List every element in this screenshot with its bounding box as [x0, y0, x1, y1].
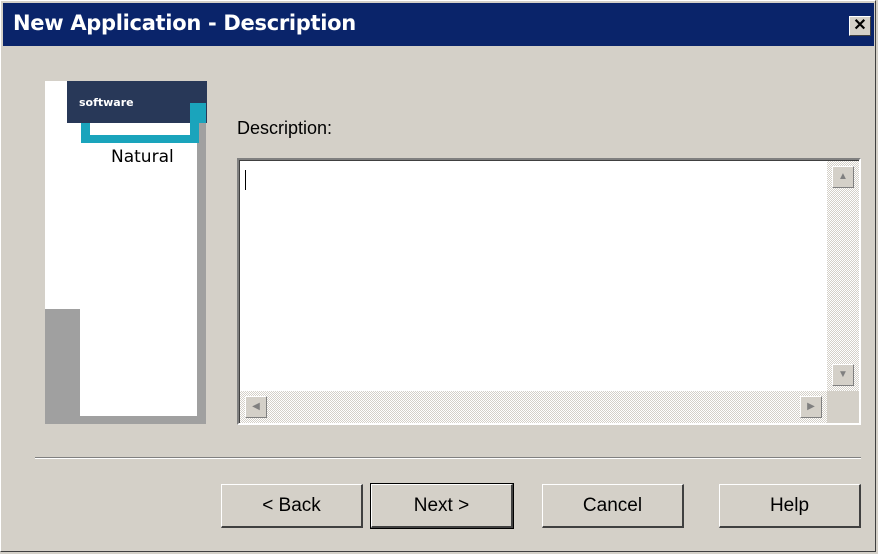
horizontal-scrollbar[interactable]: ◀ ▶: [240, 391, 827, 423]
cancel-button[interactable]: Cancel: [542, 484, 684, 528]
window-title: New Application - Description: [13, 11, 356, 35]
scroll-right-button[interactable]: ▶: [800, 396, 822, 418]
close-icon: ✕: [853, 17, 867, 34]
scroll-down-button[interactable]: ▼: [832, 364, 854, 386]
back-button[interactable]: < Back: [221, 484, 363, 528]
scroll-left-button[interactable]: ◀: [245, 396, 267, 418]
help-button[interactable]: Help: [719, 484, 861, 528]
arrow-down-icon: ▼: [838, 369, 848, 380]
arrow-left-icon: ◀: [252, 401, 260, 412]
banner-bottom-stripe: [45, 416, 206, 424]
close-button[interactable]: ✕: [849, 16, 871, 36]
wizard-banner-image: software Natural: [45, 81, 207, 424]
software-ag-logo: software: [67, 81, 207, 123]
product-name: Natural: [111, 147, 174, 167]
logo-text: software: [79, 96, 134, 109]
arrow-up-icon: ▲: [838, 171, 848, 182]
vertical-scrollbar[interactable]: ▲ ▼: [827, 161, 859, 391]
description-text-area[interactable]: ▲ ▼ ◀ ▶: [240, 161, 859, 423]
scrollbar-corner: [827, 391, 859, 423]
title-bar[interactable]: New Application - Description ✕: [3, 3, 874, 46]
banner-block: [45, 309, 80, 424]
arrow-right-icon: ▶: [807, 401, 815, 412]
dialog-window: New Application - Description ✕ software…: [0, 0, 876, 552]
banner-notch: [90, 123, 190, 135]
text-caret: [245, 170, 246, 190]
banner-teal-bar: [190, 103, 206, 123]
scroll-up-button[interactable]: ▲: [832, 166, 854, 188]
description-textarea[interactable]: ▲ ▼ ◀ ▶: [237, 158, 861, 425]
next-button[interactable]: Next >: [370, 483, 514, 529]
button-separator: [35, 457, 861, 459]
description-label: Description:: [237, 118, 333, 138]
